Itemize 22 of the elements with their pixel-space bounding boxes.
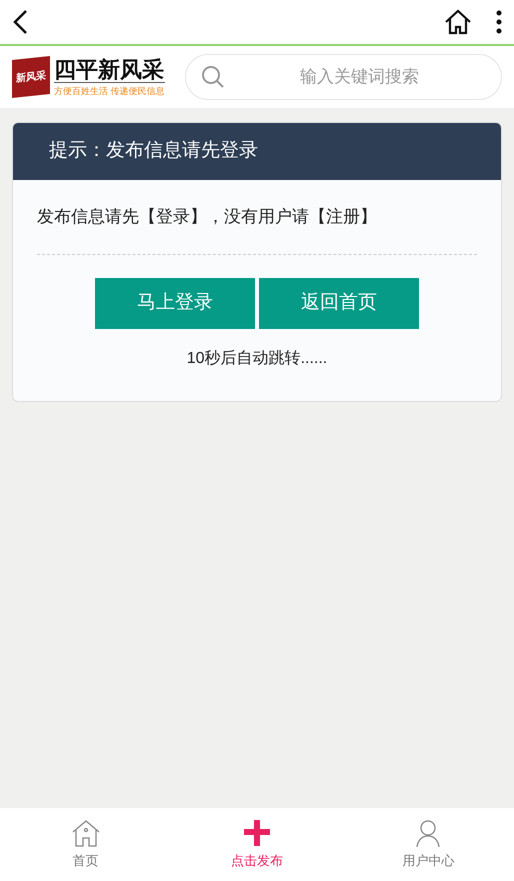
countdown-text: 10秒后自动跳转...... xyxy=(186,348,328,368)
notice-message: 发布信息请先【登录】，没有用户请【注册】 xyxy=(37,204,477,254)
logo-badge: 新风采 xyxy=(12,56,50,98)
back-icon[interactable] xyxy=(12,9,28,35)
nav-tab[interactable]: 首页 xyxy=(0,808,172,881)
notice-title: 提示：发布信息请先登录 xyxy=(13,123,501,180)
nav-label: 用户中心 xyxy=(402,852,454,870)
nav-tab[interactable]: 用户中心 xyxy=(342,808,514,881)
nav-label: 点击发布 xyxy=(230,852,283,870)
action-button[interactable]: 马上登录 xyxy=(95,278,255,328)
action-button[interactable]: 返回首页 xyxy=(259,278,419,328)
logo-slogan: 方便百姓生活 传递便民信息 xyxy=(54,84,165,96)
logo-name: 四平新风采 xyxy=(54,58,165,82)
home-icon[interactable] xyxy=(444,9,472,35)
plus-icon xyxy=(242,818,271,847)
home-icon xyxy=(70,818,101,847)
search-field[interactable]: 输入关键词搜索 xyxy=(184,54,502,100)
nav-tab[interactable]: 点击发布 xyxy=(171,808,343,881)
more-icon[interactable] xyxy=(496,10,502,34)
nav-label: 首页 xyxy=(72,852,99,870)
search-icon xyxy=(200,65,225,89)
user-icon xyxy=(415,818,442,847)
